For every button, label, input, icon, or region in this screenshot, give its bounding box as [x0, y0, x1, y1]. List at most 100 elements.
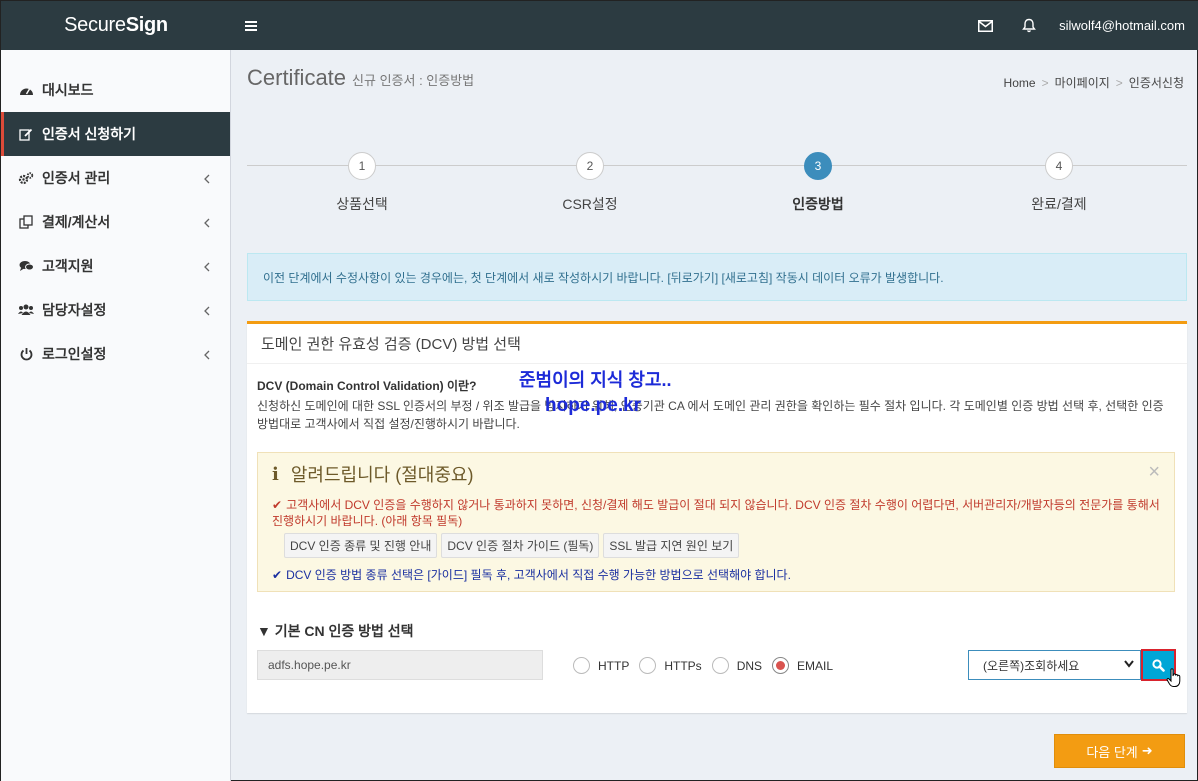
users-icon [18, 304, 34, 316]
radio-dot[interactable] [573, 657, 590, 674]
chevron-left-icon [204, 303, 210, 319]
breadcrumb-separator: > [1115, 76, 1123, 90]
breadcrumb-current: 인증서신청 [1128, 76, 1184, 90]
copy-icon [18, 215, 34, 229]
dcv-box: 도메인 권한 유효성 검증 (DCV) 방법 선택 DCV (Domain Co… [247, 321, 1187, 713]
envelope-icon [977, 19, 993, 32]
sidebar-item-support[interactable]: 고객지원 [1, 244, 230, 288]
radio-label: HTTPs [664, 658, 702, 673]
dcv-procedure-guide-button[interactable]: DCV 인증 절차 가이드 (필독) [441, 533, 600, 558]
radio-https[interactable]: HTTPs [639, 657, 702, 674]
dashboard-icon [18, 84, 34, 96]
step-2: 2 CSR설정 [530, 152, 650, 214]
step-circle: 4 [1045, 152, 1073, 180]
sidebar-item-label: 인증서 신청하기 [42, 126, 137, 142]
step-label: 상품선택 [336, 196, 388, 212]
email-select[interactable]: (오른쪽)조회하세요 [968, 650, 1141, 680]
sidebar-item-certificate-management[interactable]: 인증서 관리 [1, 156, 230, 200]
radio-dot[interactable] [639, 657, 657, 674]
sidebar-item-label: 인증서 관리 [42, 170, 111, 186]
logo-bold-text: Sign [125, 14, 168, 36]
sidebar-item-payment-invoice[interactable]: 결제/계산서 [1, 200, 230, 244]
messages-button[interactable] [963, 1, 1007, 50]
cn-section-title: ▼ 기본 CN 인증 방법 선택 [257, 623, 414, 639]
bell-icon [1022, 18, 1036, 33]
sidebar-toggle-button[interactable] [231, 1, 271, 50]
box-title: 도메인 권한 유효성 검증 (DCV) 방법 선택 [247, 324, 1187, 364]
notice-alert: i 알려드립니다 (절대중요) × ✔ 고객사에서 DCV 인증을 수행하지 않거… [257, 452, 1175, 592]
radio-dot[interactable] [711, 657, 729, 674]
radio-label: DNS [736, 658, 763, 673]
sidebar-item-manager-settings[interactable]: 담당자설정 [1, 288, 230, 332]
edit-icon [18, 128, 34, 141]
sidebar-item-label: 로그인설정 [42, 346, 107, 362]
select-value: (오른쪽)조회하세요 [983, 658, 1080, 673]
next-step-label: 다음 단계 [1086, 744, 1138, 760]
step-4: 4 완료/결제 [999, 152, 1119, 214]
check-icon: ✔ [272, 498, 283, 512]
chevron-down-icon [1124, 658, 1134, 673]
watermark-line2: hope.pe.kr [545, 395, 642, 416]
sidebar-item-label: 결제/계산서 [42, 214, 111, 230]
guide-buttons: DCV 인증 종류 및 진행 안내 DCV 인증 절차 가이드 (필독) SSL… [272, 533, 1160, 558]
search-icon [1152, 658, 1165, 672]
dcv-method-radios: HTTP HTTPs DNS EMAIL [573, 657, 843, 674]
radio-email[interactable]: EMAIL [772, 657, 833, 674]
dcv-description: 신청하신 도메인에 대한 SSL 인증서의 부정 / 위조 발급을 방지하기 위… [257, 399, 1164, 431]
notice-red-text: 고객사에서 DCV 인증을 수행하지 않거나 통과하지 못하면, 신청/결제 해… [272, 498, 1160, 528]
breadcrumb-home[interactable]: Home [1004, 76, 1036, 90]
radio-label: EMAIL [797, 658, 834, 673]
breadcrumb-separator: > [1041, 76, 1049, 90]
info-callout: 이전 단계에서 수정사항이 있는 경우에는, 첫 단계에서 새로 작성하시기 바… [247, 253, 1187, 301]
step-label: 완료/결제 [1031, 196, 1087, 212]
comments-icon [18, 260, 34, 272]
watermark-line1: 준범이의 지식 창고.. [519, 370, 672, 390]
logo[interactable]: Secure Sign [1, 1, 231, 50]
breadcrumb-mypage[interactable]: 마이페이지 [1055, 76, 1110, 90]
chevron-left-icon [204, 171, 210, 187]
chevron-left-icon [204, 259, 210, 275]
close-icon[interactable]: × [1148, 461, 1160, 484]
notice-title: i 알려드립니다 (절대중요) [272, 461, 1160, 487]
ssl-delay-reasons-button[interactable]: SSL 발급 지연 원인 보기 [603, 533, 740, 558]
page-title: Certificate 신규 인증서 : 인증방법 [247, 65, 474, 91]
step-circle: 2 [576, 152, 604, 180]
sidebar-item-dashboard[interactable]: 대시보드 [1, 68, 230, 112]
radio-http[interactable]: HTTP [573, 657, 629, 674]
notifications-button[interactable] [1007, 1, 1051, 50]
sidebar-item-label: 담당자설정 [42, 302, 107, 318]
chevron-left-icon [204, 347, 210, 363]
hand-cursor-icon [1166, 668, 1182, 691]
sidebar: 대시보드 인증서 신청하기 인증서 관리 결제/계산서 고객지원 담당자설정 로… [1, 50, 231, 781]
notice-title-text: 알려드립니다 (절대중요) [290, 465, 474, 485]
cogs-icon [18, 171, 34, 185]
sidebar-item-label: 대시보드 [42, 82, 94, 98]
progress-stepper: 1 상품선택 2 CSR설정 3 인증방법 4 완료/결제 [247, 152, 1187, 212]
notice-blue-text: DCV 인증 방법 종류 선택은 [가이드] 필독 후, 고객사에서 직접 수행… [286, 568, 791, 582]
next-step-button[interactable]: 다음 단계 ➜ [1054, 734, 1185, 768]
info-icon: i [272, 463, 279, 485]
radio-label: HTTP [598, 658, 630, 673]
page-title-text: Certificate [247, 65, 347, 90]
page-subtitle: 신규 인증서 : 인증방법 [352, 73, 475, 88]
dcv-types-guide-button[interactable]: DCV 인증 종류 및 진행 안내 [284, 533, 438, 558]
radio-dot[interactable] [772, 657, 790, 674]
hamburger-icon [245, 24, 257, 27]
power-icon [18, 347, 34, 361]
step-1: 1 상품선택 [302, 152, 422, 214]
user-email[interactable]: silwolf4@hotmail.com [1051, 18, 1185, 33]
domain-field: adfs.hope.pe.kr [257, 650, 543, 680]
main-content: Certificate 신규 인증서 : 인증방법 Home > 마이페이지 > 인증서신… [232, 50, 1198, 781]
topbar-right: silwolf4@hotmail.com [963, 1, 1198, 50]
step-label: 인증방법 [792, 196, 844, 212]
arrow-right-icon: ➜ [1141, 743, 1153, 758]
breadcrumb: Home > 마이페이지 > 인증서신청 [1004, 74, 1184, 91]
top-navbar: Secure Sign silwolf4@hotmail.com [1, 1, 1198, 50]
step-3: 3 인증방법 [758, 152, 878, 214]
notice-warning-text: ✔ 고객사에서 DCV 인증을 수행하지 않거나 통과하지 못하면, 신청/결제 … [272, 497, 1160, 529]
radio-dns[interactable]: DNS [711, 657, 763, 674]
step-label: CSR설정 [562, 196, 618, 212]
chevron-left-icon [204, 215, 210, 231]
sidebar-item-apply-certificate[interactable]: 인증서 신청하기 [1, 112, 230, 156]
sidebar-item-login-settings[interactable]: 로그인설정 [1, 332, 230, 376]
